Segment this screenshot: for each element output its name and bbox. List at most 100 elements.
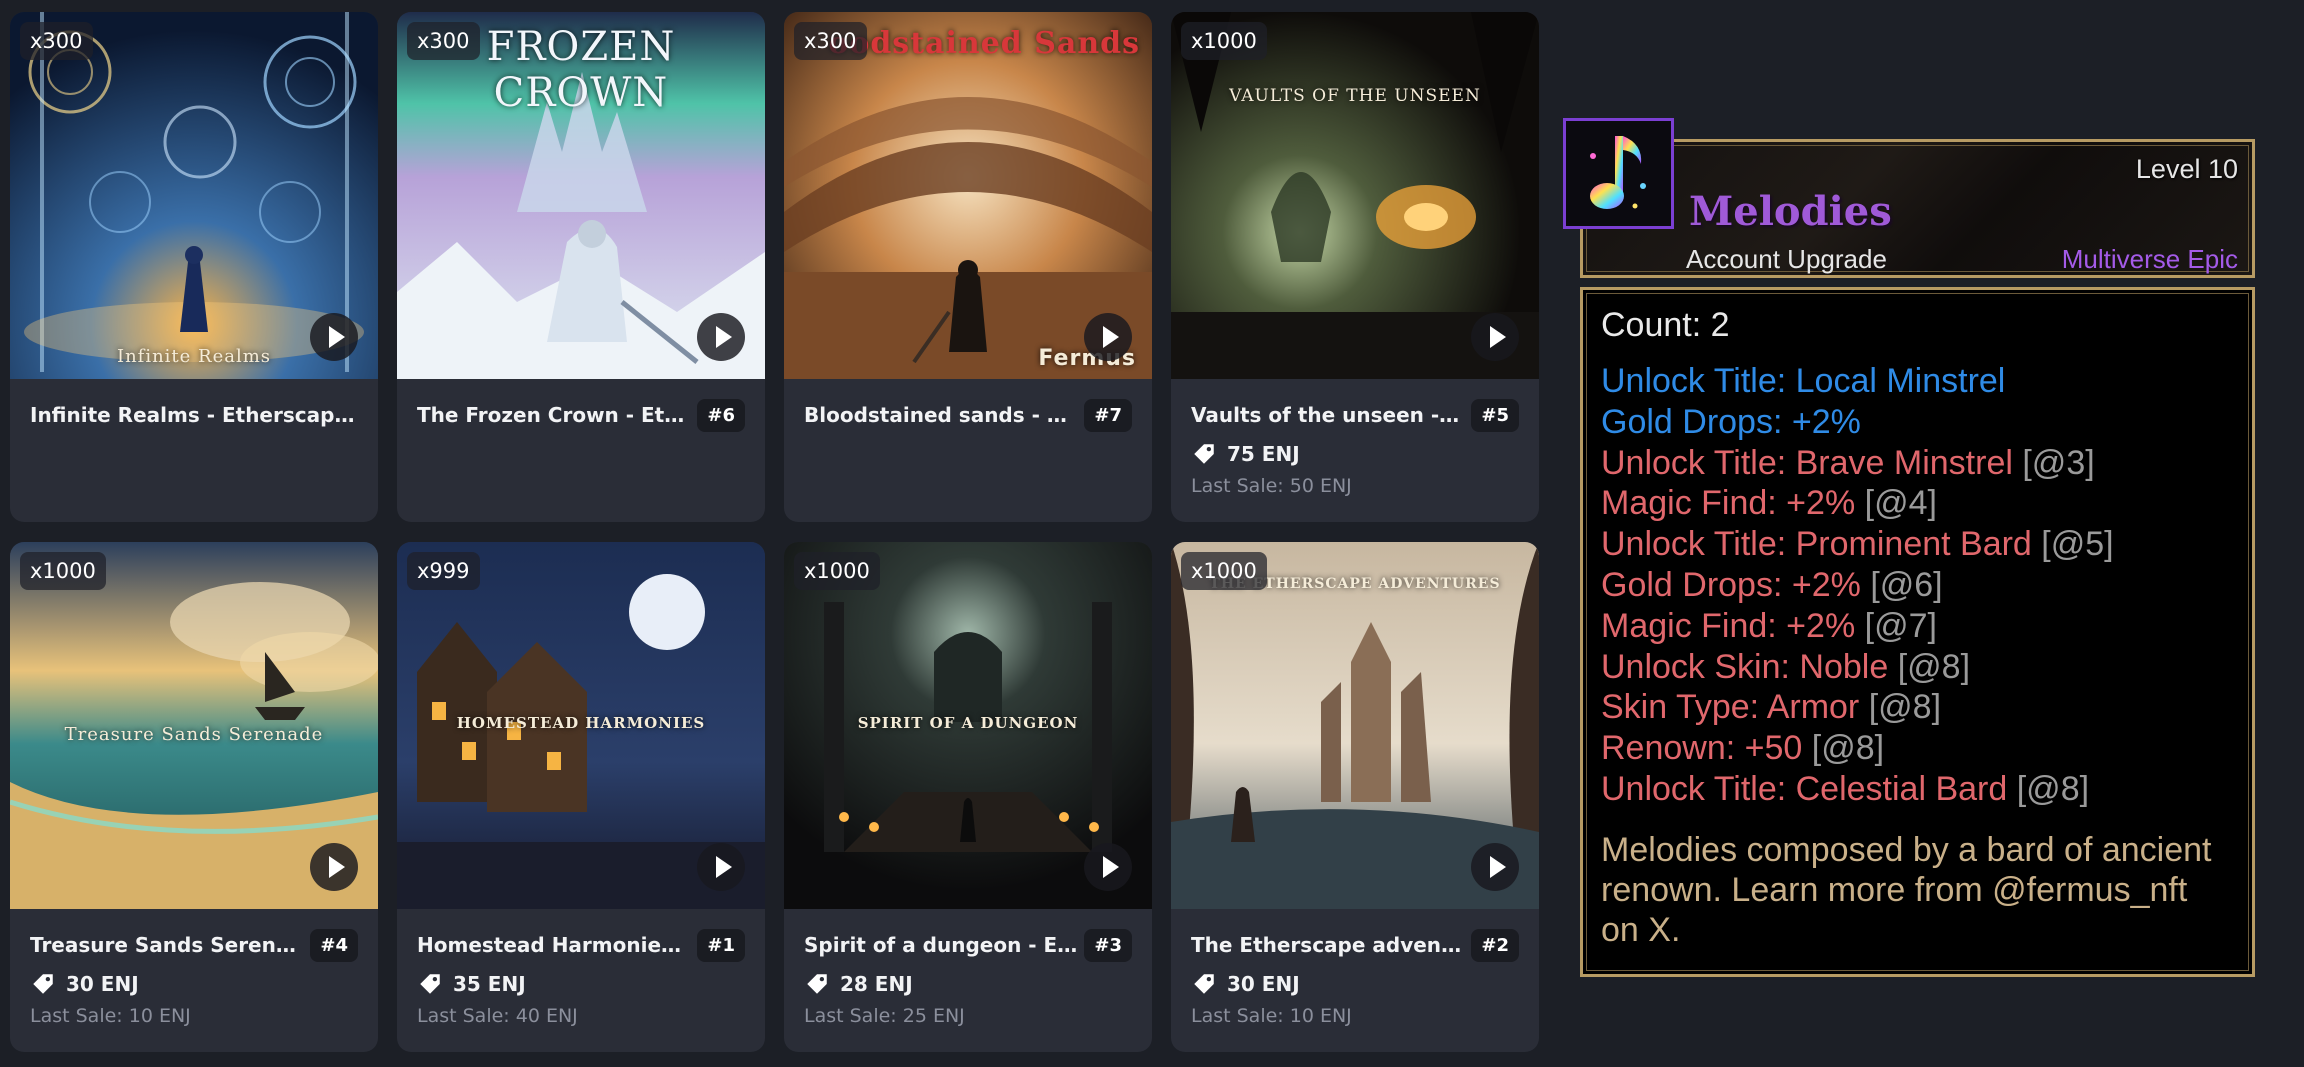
- nft-card[interactable]: oodstained Sands Fermus x300 Bloodstaine…: [784, 12, 1152, 522]
- token-id-badge: #7: [1084, 398, 1132, 432]
- nft-card[interactable]: HOMESTEAD HARMONIES x999 Homestead Harmo…: [397, 542, 765, 1052]
- item-properties-list: Unlock Title: Local Minstrel Gold Drops: …: [1601, 361, 2234, 810]
- card-title[interactable]: Spirit of a dungeon - Ether...: [804, 933, 1078, 957]
- property-text: Unlock Title: Celestial Bard: [1601, 769, 2008, 808]
- card-title[interactable]: Homestead Harmonies - T...: [417, 933, 691, 957]
- price-tag-icon: [33, 974, 53, 994]
- property-requirement: [@4]: [1864, 484, 1937, 523]
- play-button[interactable]: [1471, 843, 1519, 891]
- nft-card[interactable]: FROZEN CROWN x300 The Frozen Crown - Eth…: [397, 12, 765, 522]
- card-title[interactable]: Treasure Sands Serenade ...: [30, 933, 304, 957]
- token-id-badge: #2: [1471, 928, 1519, 962]
- play-button[interactable]: [1084, 843, 1132, 891]
- nft-card[interactable]: SPIRIT OF A DUNGEON x1000 Spirit of a du…: [784, 542, 1152, 1052]
- property-text: Magic Find: +2%: [1601, 606, 1856, 645]
- card-artwork[interactable]: SPIRIT OF A DUNGEON x1000: [784, 542, 1152, 909]
- property-requirement: [@3]: [2022, 443, 2095, 482]
- last-sale: Last Sale: 25 ENJ: [804, 1005, 965, 1027]
- item-property: Unlock Skin: Noble [@8]: [1601, 647, 2234, 688]
- property-text: Unlock Skin: Noble: [1601, 647, 1889, 686]
- price-tag-icon: [807, 974, 827, 994]
- price-value: 30 ENJ: [1227, 972, 1300, 996]
- property-requirement: [@8]: [1897, 647, 1971, 686]
- nft-card[interactable]: VAULTS OF THE UNSEEN x1000 Vaults of the…: [1171, 12, 1539, 522]
- play-button[interactable]: [310, 313, 358, 361]
- item-description: Melodies composed by a bard of ancient r…: [1601, 830, 2212, 949]
- card-title[interactable]: The Etherscape adventure...: [1191, 933, 1465, 957]
- nft-card[interactable]: Infinite Realms x300 Infinite Realms - E…: [10, 12, 378, 522]
- quantity-badge: x1000: [794, 552, 880, 590]
- last-sale: Last Sale: 10 ENJ: [1191, 1005, 1352, 1027]
- card-title[interactable]: Vaults of the unseen - Eth...: [1191, 403, 1465, 427]
- play-button[interactable]: [697, 843, 745, 891]
- price-value: 28 ENJ: [840, 972, 913, 996]
- item-property: Magic Find: +2% [@7]: [1601, 606, 2234, 647]
- last-sale: Last Sale: 50 ENJ: [1191, 475, 1352, 497]
- item-property: Unlock Title: Prominent Bard [@5]: [1601, 524, 2234, 565]
- artwork-title: SPIRIT OF A DUNGEON: [857, 714, 1079, 732]
- token-id-badge: #5: [1471, 398, 1519, 432]
- nft-card[interactable]: THE ETHERSCAPE ADVENTURES x1000 The Ethe…: [1171, 542, 1539, 1052]
- item-property: Gold Drops: +2%: [1601, 402, 2234, 443]
- property-text: Unlock Title: Prominent Bard: [1601, 525, 2032, 564]
- nft-card[interactable]: Treasure Sands Serenade x1000 Treasure S…: [10, 542, 378, 1052]
- artwork-title: HOMESTEAD HARMONIES: [456, 714, 706, 732]
- item-property: Unlock Title: Local Minstrel: [1601, 361, 2234, 402]
- card-title[interactable]: The Frozen Crown - Ethers...: [417, 403, 691, 427]
- quantity-badge: x300: [407, 22, 480, 60]
- card-title[interactable]: Bloodstained sands - Ethe...: [804, 403, 1078, 427]
- price-tag-icon: [420, 974, 440, 994]
- property-text: Unlock Title: Local Minstrel: [1601, 362, 2006, 400]
- token-id-badge: #4: [310, 928, 358, 962]
- property-requirement: [@8]: [1811, 729, 1885, 768]
- property-text: Gold Drops: +2%: [1601, 402, 1861, 441]
- play-button[interactable]: [697, 313, 745, 361]
- quantity-badge: x1000: [20, 552, 106, 590]
- item-property: Renown: +50 [@8]: [1601, 728, 2234, 769]
- last-sale: Last Sale: 40 ENJ: [417, 1005, 578, 1027]
- card-artwork[interactable]: FROZEN CROWN x300: [397, 12, 765, 379]
- artwork-title: Treasure Sands Serenade: [64, 724, 324, 745]
- card-title[interactable]: Infinite Realms - Etherscape M...: [30, 403, 356, 427]
- quantity-badge: x1000: [1181, 22, 1267, 60]
- item-property: Gold Drops: +2% [@6]: [1601, 565, 2234, 606]
- property-requirement: [@6]: [1870, 565, 1943, 604]
- property-requirement: [@8]: [1868, 688, 1942, 727]
- card-artwork[interactable]: HOMESTEAD HARMONIES x999: [397, 542, 765, 909]
- play-button[interactable]: [1084, 313, 1132, 361]
- quantity-badge: x1000: [1181, 552, 1267, 590]
- quantity-badge: x300: [20, 22, 93, 60]
- card-artwork[interactable]: VAULTS OF THE UNSEEN x1000: [1171, 12, 1539, 379]
- property-requirement: [@7]: [1864, 606, 1937, 645]
- card-artwork[interactable]: Treasure Sands Serenade x1000: [10, 542, 378, 909]
- card-artwork[interactable]: THE ETHERSCAPE ADVENTURES x1000: [1171, 542, 1539, 909]
- play-button[interactable]: [310, 843, 358, 891]
- play-button[interactable]: [1471, 313, 1519, 361]
- last-sale: Last Sale: 10 ENJ: [30, 1005, 191, 1027]
- property-text: Skin Type: Armor: [1601, 688, 1860, 727]
- item-property: Magic Find: +2% [@4]: [1601, 483, 2234, 524]
- property-requirement: [@8]: [2016, 769, 2090, 808]
- item-property: Skin Type: Armor [@8]: [1601, 687, 2234, 728]
- item-icon-frame: [1563, 118, 1674, 229]
- property-text: Renown: +50: [1601, 729, 1803, 768]
- item-type: Account Upgrade: [1686, 244, 1887, 274]
- property-text: Magic Find: +2%: [1601, 484, 1856, 523]
- card-artwork[interactable]: oodstained Sands Fermus x300: [784, 12, 1152, 379]
- price-value: 35 ENJ: [453, 972, 526, 996]
- item-level: Level 10: [2135, 154, 2238, 184]
- card-artwork[interactable]: Infinite Realms x300: [10, 12, 378, 379]
- price-value: 30 ENJ: [66, 972, 139, 996]
- price-value: 75 ENJ: [1227, 442, 1300, 466]
- token-id-badge: #3: [1084, 928, 1132, 962]
- token-id-badge: #6: [697, 398, 745, 432]
- token-id-badge: #1: [697, 928, 745, 962]
- music-note-icon: [1589, 135, 1646, 209]
- property-text: Gold Drops: +2%: [1601, 565, 1861, 604]
- price-tag-icon: [1194, 974, 1214, 994]
- item-name: Melodies: [1689, 188, 1892, 235]
- quantity-badge: x300: [794, 22, 867, 60]
- property-requirement: [@5]: [2041, 525, 2114, 564]
- item-tooltip-body: Count: 2 Unlock Title: Local Minstrel Gol…: [1580, 287, 2255, 977]
- nft-grid: Infinite Realms x300 Infinite Realms - E…: [10, 12, 1540, 1062]
